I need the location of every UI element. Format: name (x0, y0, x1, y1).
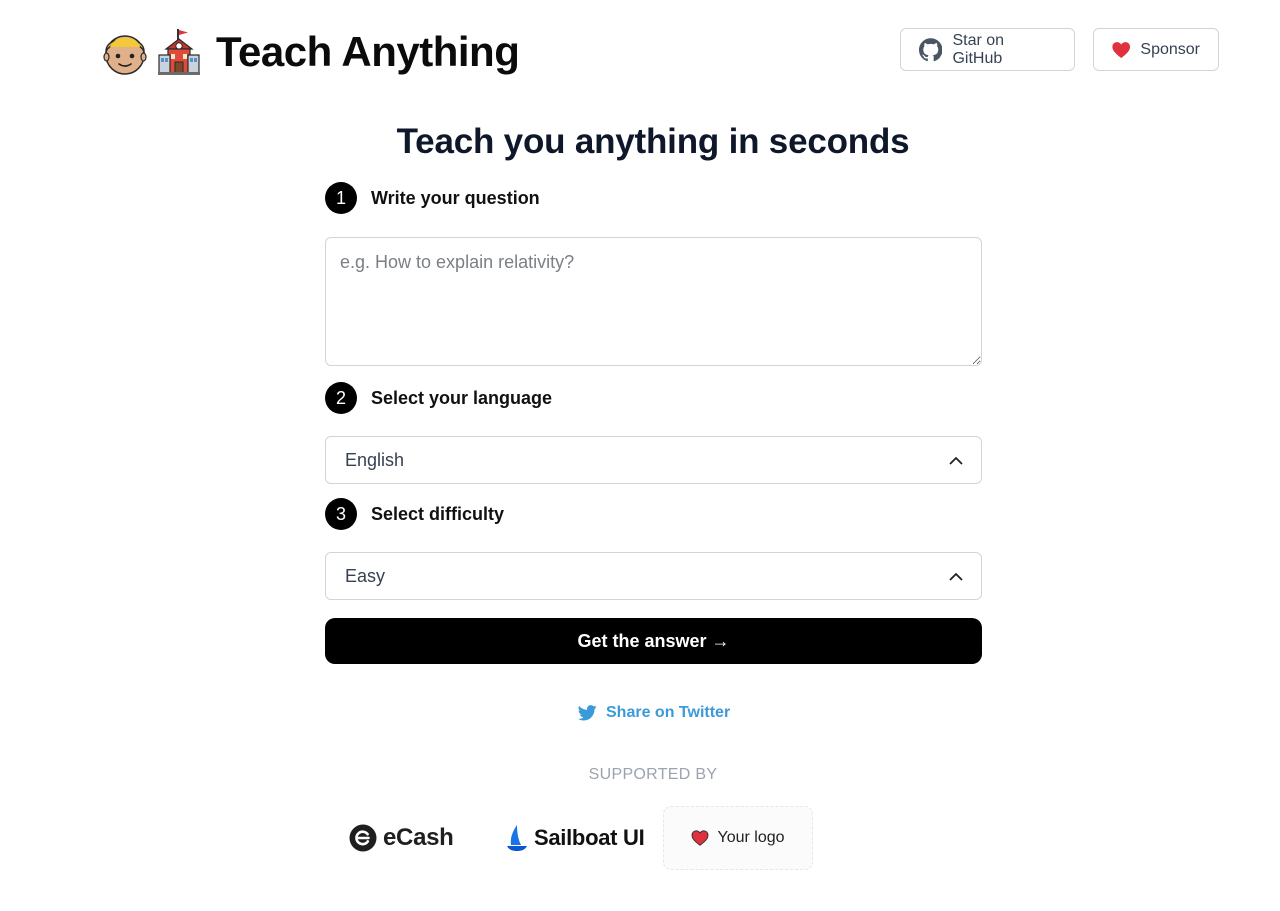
chevron-up-icon (949, 572, 963, 580)
chevron-up-icon (949, 456, 963, 464)
header-actions: Star on GitHub Sponsor (900, 28, 1219, 71)
supported-by-heading: SUPPORTED BY (588, 766, 718, 783)
get-answer-button[interactable]: Get the answer → (325, 618, 982, 664)
difficulty-select-value: Easy (345, 565, 386, 586)
page: Teach Anything Star on GitHub Sponsor Te… (0, 0, 1280, 911)
question-input[interactable] (325, 237, 982, 366)
sponsor-button[interactable]: Sponsor (1093, 28, 1219, 71)
difficulty-select[interactable]: Easy (325, 552, 982, 600)
heart-icon (692, 830, 709, 846)
step-2: 2 Select your language (325, 382, 552, 414)
ecash-sponsor-logo[interactable]: eCash (349, 806, 454, 870)
github-button-label: Star on GitHub (952, 31, 1005, 67)
github-icon (919, 37, 943, 61)
person-emoji-icon (103, 35, 147, 75)
language-select-value: English (345, 449, 405, 470)
share-link-label: Share on Twitter (606, 704, 731, 721)
heart-icon (1112, 41, 1131, 58)
step-number: 3 (325, 498, 357, 530)
school-emoji-icon (158, 29, 200, 75)
brand-title: Teach Anything (216, 28, 520, 75)
your-logo-label: Your logo (717, 829, 785, 846)
sponsor-button-label: Sponsor (1140, 40, 1200, 58)
your-logo-placeholder[interactable]: Your logo (663, 806, 813, 870)
share-on-twitter-link[interactable]: Share on Twitter (578, 704, 730, 722)
step-1: 1 Write your question (325, 182, 540, 214)
sailboat-logo-text: Sailboat UI (534, 825, 645, 850)
sailboat-icon (507, 825, 527, 851)
language-select[interactable]: English (325, 436, 982, 484)
twitter-icon (578, 705, 597, 721)
ecash-logo-text: eCash (383, 824, 454, 851)
ecash-logo-icon (349, 824, 377, 852)
step-number: 1 (325, 182, 357, 214)
star-on-github-button[interactable]: Star on GitHub (900, 28, 1075, 71)
step-3: 3 Select difficulty (325, 498, 504, 530)
step-number: 2 (325, 382, 357, 414)
sailboat-ui-sponsor-logo[interactable]: Sailboat UI (506, 806, 645, 870)
step-label: Write your question (371, 187, 540, 208)
page-headline: Teach you anything in seconds (396, 122, 910, 161)
step-label: Select difficulty (371, 503, 505, 524)
step-label: Select your language (371, 387, 553, 408)
brand: Teach Anything (102, 26, 520, 78)
